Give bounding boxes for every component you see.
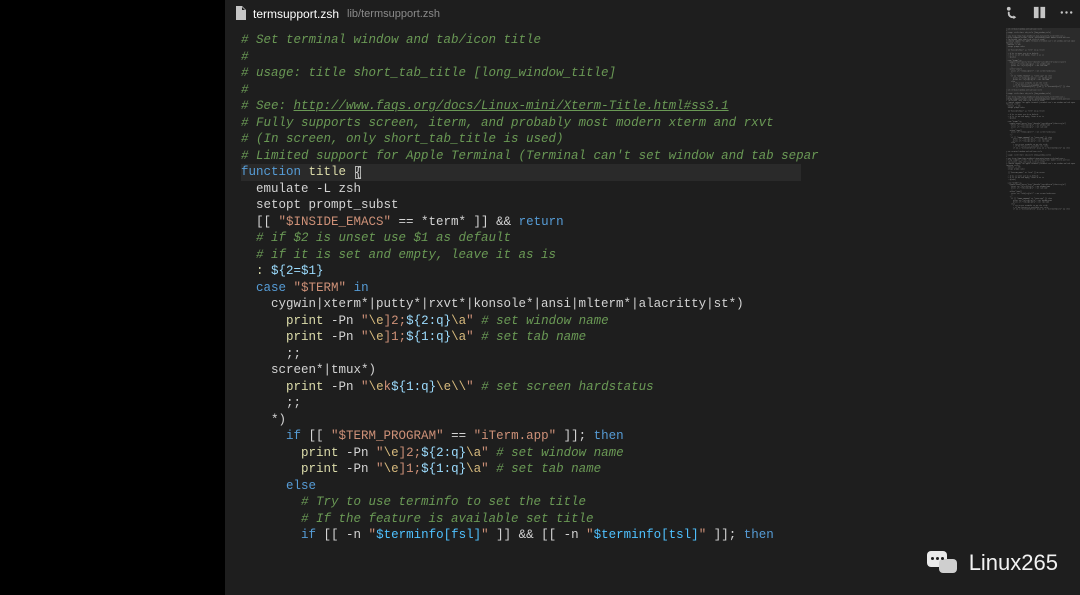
code-line[interactable]: # Limited support for Apple Terminal (Te…	[241, 148, 1000, 165]
code-line[interactable]: # Try to use terminfo to set the title	[241, 494, 1000, 511]
code-line[interactable]: emulate -L zsh	[241, 181, 1000, 198]
title-actions	[1005, 5, 1074, 24]
minimap[interactable]: # Set terminal window and tab/icon title…	[1006, 28, 1080, 595]
editor-tab[interactable]: termsupport.zsh lib/termsupport.zsh	[225, 0, 450, 28]
code-line[interactable]: # If the feature is available set title	[241, 511, 1000, 528]
code-line[interactable]: # (In screen, only short_tab_title is us…	[241, 131, 1000, 148]
code-line[interactable]: else	[241, 478, 1000, 495]
code-line[interactable]: [[ "$INSIDE_EMACS" == *term* ]] && retur…	[241, 214, 1000, 231]
code-line[interactable]: screen*|tmux*)	[241, 362, 1000, 379]
code-line[interactable]: function title	[241, 164, 1000, 181]
code-line[interactable]: if [[ -n "$terminfo[fsl]" ]] && [[ -n "$…	[241, 527, 1000, 544]
more-actions-icon[interactable]	[1059, 5, 1074, 24]
code-line[interactable]: print -Pn "\e]1;${1:q}\a" # set tab name	[241, 461, 1000, 478]
file-icon	[235, 6, 247, 23]
tab-group: termsupport.zsh lib/termsupport.zsh	[225, 0, 450, 28]
code-line[interactable]: print -Pn "\e]1;${1:q}\a" # set tab name	[241, 329, 1000, 346]
code-line[interactable]: # if it is set and empty, leave it as is	[241, 247, 1000, 264]
code-line[interactable]: print -Pn "\ek${1:q}\e\\" # set screen h…	[241, 379, 1000, 396]
code-line[interactable]: : ${2=$1}	[241, 263, 1000, 280]
code-editor[interactable]: # Set terminal window and tab/icon title…	[241, 32, 1000, 595]
code-line[interactable]: #	[241, 49, 1000, 66]
code-line[interactable]: print -Pn "\e]2;${2:q}\a" # set window n…	[241, 445, 1000, 462]
code-line[interactable]: ;;	[241, 395, 1000, 412]
code-line[interactable]: # Fully supports screen, iterm, and prob…	[241, 115, 1000, 132]
code-line[interactable]: # if $2 is unset use $1 as default	[241, 230, 1000, 247]
code-line[interactable]: ;;	[241, 346, 1000, 363]
minimap-content: # Set terminal window and tab/icon title…	[1006, 28, 1079, 210]
code-line[interactable]: cygwin|xterm*|putty*|rxvt*|konsole*|ansi…	[241, 296, 1000, 313]
code-line[interactable]: if [[ "$TERM_PROGRAM" == "iTerm.app" ]];…	[241, 428, 1000, 445]
tab-path: lib/termsupport.zsh	[347, 8, 440, 20]
tab-filename: termsupport.zsh	[253, 7, 339, 21]
code-line[interactable]: # Set terminal window and tab/icon title	[241, 32, 1000, 49]
editor-app: termsupport.zsh lib/termsupport.zsh # Se…	[225, 0, 1080, 595]
code-line[interactable]: # usage: title short_tab_title [long_win…	[241, 65, 1000, 82]
code-line[interactable]: case "$TERM" in	[241, 280, 1000, 297]
code-line[interactable]: *)	[241, 412, 1000, 429]
split-editor-icon[interactable]	[1032, 5, 1047, 24]
code-line[interactable]: #	[241, 82, 1000, 99]
editor-area: # Set terminal window and tab/icon title…	[225, 28, 1080, 595]
code-line[interactable]: # See: http://www.faqs.org/docs/Linux-mi…	[241, 98, 1000, 115]
code-line[interactable]: print -Pn "\e]2;${2:q}\a" # set window n…	[241, 313, 1000, 330]
code-line[interactable]: setopt prompt_subst	[241, 197, 1000, 214]
compare-changes-icon[interactable]	[1005, 5, 1020, 24]
tab-bar: termsupport.zsh lib/termsupport.zsh	[225, 0, 1080, 28]
